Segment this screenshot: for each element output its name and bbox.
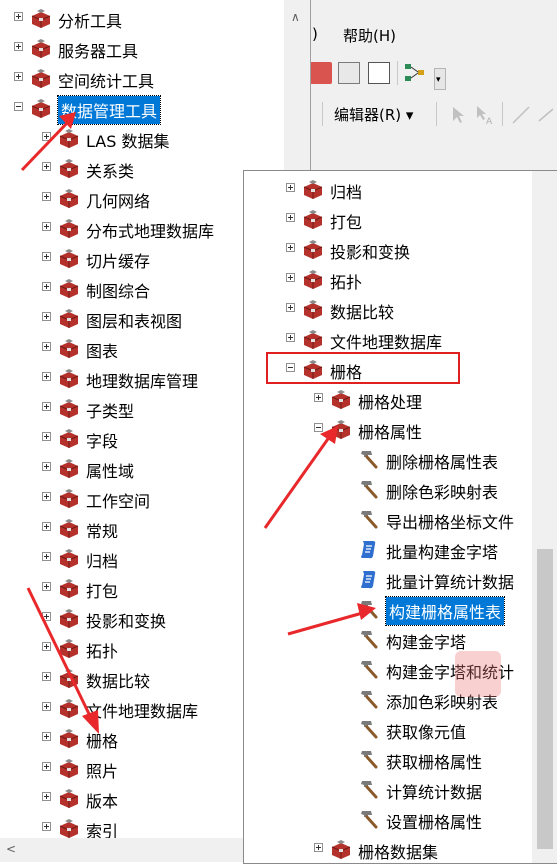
arrow-to-raster-properties bbox=[263, 426, 338, 529]
annotation-arrows bbox=[20, 112, 376, 734]
arrow-to-data-management bbox=[20, 112, 76, 172]
arrow-to-raster-left bbox=[26, 587, 99, 734]
arrow-to-build-raster-attribute-table bbox=[287, 603, 376, 636]
